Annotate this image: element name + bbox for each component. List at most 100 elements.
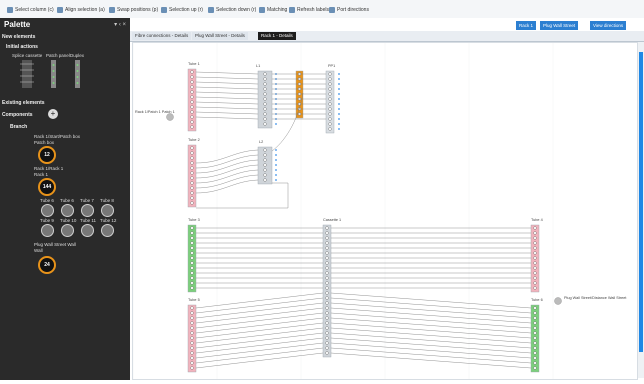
small-item-node[interactable]	[61, 224, 74, 237]
port-dot	[325, 246, 329, 250]
diagram-canvas[interactable]: Tube 1 L1 PP1 Rack 1/Patch 1 Patch 1 Tube 2 L…	[132, 42, 638, 380]
port-dot	[263, 153, 267, 157]
patch-panel-icon[interactable]	[51, 60, 56, 88]
duplex-icon[interactable]	[75, 60, 80, 88]
small-item-label: Tube 9	[40, 218, 54, 223]
new-elements-header[interactable]: New elements	[2, 34, 35, 40]
fibre-line	[195, 312, 324, 329]
small-item-node[interactable]	[101, 224, 114, 237]
tab-plug-wall-street[interactable]: Plug Wall Street - Details	[192, 32, 248, 40]
port-dot	[328, 117, 332, 121]
select-column-button[interactable]: Select column (c)	[4, 3, 57, 17]
palette-window-controls[interactable]: ▾ ‹ ×	[114, 21, 126, 28]
port-dot	[533, 241, 537, 245]
selection-down-button[interactable]: Selection down (r)	[205, 3, 259, 17]
small-item-label: Tube 7	[80, 198, 94, 203]
branch-header[interactable]: Branch	[10, 124, 27, 130]
port-dot	[190, 341, 194, 345]
fibre-line	[195, 307, 324, 324]
component-node[interactable]: 24	[38, 256, 56, 274]
scrollbar-thumb[interactable]	[639, 52, 643, 352]
tab-fibre-connections[interactable]: Fibre connections - Details	[132, 32, 192, 40]
port-directions-button[interactable]: Port directions	[326, 3, 372, 17]
existing-elements-header[interactable]: Existing elements	[2, 100, 45, 106]
component-sublabel: Wall	[34, 248, 43, 253]
port-dot	[338, 98, 340, 100]
fibre-line	[330, 342, 532, 359]
fibre-line	[330, 352, 532, 369]
port-dot	[263, 158, 267, 162]
port-dot	[275, 123, 277, 125]
connection-diagram[interactable]: Tube 1 L1 PP1 Rack 1/Patch 1 Patch 1 Tube 2 L…	[132, 43, 637, 379]
small-item-node[interactable]	[81, 204, 94, 217]
port-dot	[338, 73, 340, 75]
initial-actions-header[interactable]: Initial actions	[6, 44, 38, 50]
port-dot	[338, 83, 340, 85]
port-icon	[329, 6, 335, 13]
port-dot	[190, 326, 194, 330]
small-item-node[interactable]	[41, 224, 54, 237]
port-dot	[533, 361, 537, 365]
port-dot	[325, 331, 329, 335]
port-dot	[325, 341, 329, 345]
fibre-line	[195, 322, 324, 339]
port-dot	[338, 78, 340, 80]
port-dot	[190, 361, 194, 365]
port-dot	[325, 351, 329, 355]
port-dot	[533, 366, 537, 370]
fibre-line	[330, 302, 532, 319]
port-dot	[190, 151, 194, 155]
tube-label: Tube 5	[188, 298, 200, 302]
component-node[interactable]: 144	[38, 178, 56, 196]
port-dot	[190, 331, 194, 335]
port-dot	[325, 266, 329, 270]
view-directions-button[interactable]: View directions	[590, 21, 627, 30]
port-dot	[338, 128, 340, 130]
swap-positions-button[interactable]: Swap positions (p)	[106, 3, 161, 17]
port-dot	[533, 236, 537, 240]
components-header[interactable]: Components	[2, 112, 33, 118]
component-sublabel: Patch box	[34, 140, 55, 145]
port-dot	[325, 281, 329, 285]
port-dot	[325, 241, 329, 245]
port-dot	[263, 168, 267, 172]
rack-1-button[interactable]: Rack 1	[516, 21, 537, 30]
vertical-scrollbar[interactable]	[638, 42, 644, 378]
port-dot	[263, 107, 267, 111]
component-sublabel: Rack 1	[34, 172, 49, 177]
plug-wall-street-button[interactable]: Plug Wall Street	[540, 21, 579, 30]
small-item-node[interactable]	[81, 224, 94, 237]
align-selection-button[interactable]: Align selection (a)	[54, 3, 108, 17]
port-dot	[533, 341, 537, 345]
module-label: Cassette 1	[323, 218, 341, 222]
small-item-node[interactable]	[41, 204, 54, 217]
fibre-line	[330, 312, 532, 329]
port-dot	[190, 105, 194, 109]
fibre-line	[195, 292, 324, 309]
splice-cassette-icon[interactable]	[20, 60, 34, 88]
fibre-line	[195, 337, 324, 354]
small-item-node[interactable]	[101, 204, 114, 217]
small-item-label: Tube 12	[100, 218, 117, 223]
port-dot	[190, 356, 194, 360]
new-elements-icons	[20, 60, 80, 88]
palette-panel: Palette ▾ ‹ × New elements Initial actio…	[0, 18, 130, 380]
selection-up-button[interactable]: Selection up (r)	[158, 3, 206, 17]
top-toolbar: Select column (c) Align selection (a) Sw…	[0, 0, 644, 19]
port-dot	[275, 179, 277, 181]
left-node-label: Rack 1/Patch 1 Patch 1	[135, 110, 175, 114]
module-label: PP1	[328, 64, 335, 68]
small-item-node[interactable]	[61, 204, 74, 217]
component-node[interactable]: 12	[38, 146, 56, 164]
port-dot	[275, 154, 277, 156]
port-dot	[263, 102, 267, 106]
port-dot	[338, 118, 340, 120]
component-label: Rack 1/Start/Patch box	[34, 134, 81, 139]
port-dot	[533, 311, 537, 315]
add-component-button[interactable]: +	[48, 109, 58, 119]
port-dot	[190, 156, 194, 160]
fibre-line	[330, 322, 532, 339]
module-label: L2	[259, 140, 263, 144]
port-dot	[328, 97, 332, 101]
tab-rack-1[interactable]: Rack 1 - Details	[258, 32, 296, 40]
